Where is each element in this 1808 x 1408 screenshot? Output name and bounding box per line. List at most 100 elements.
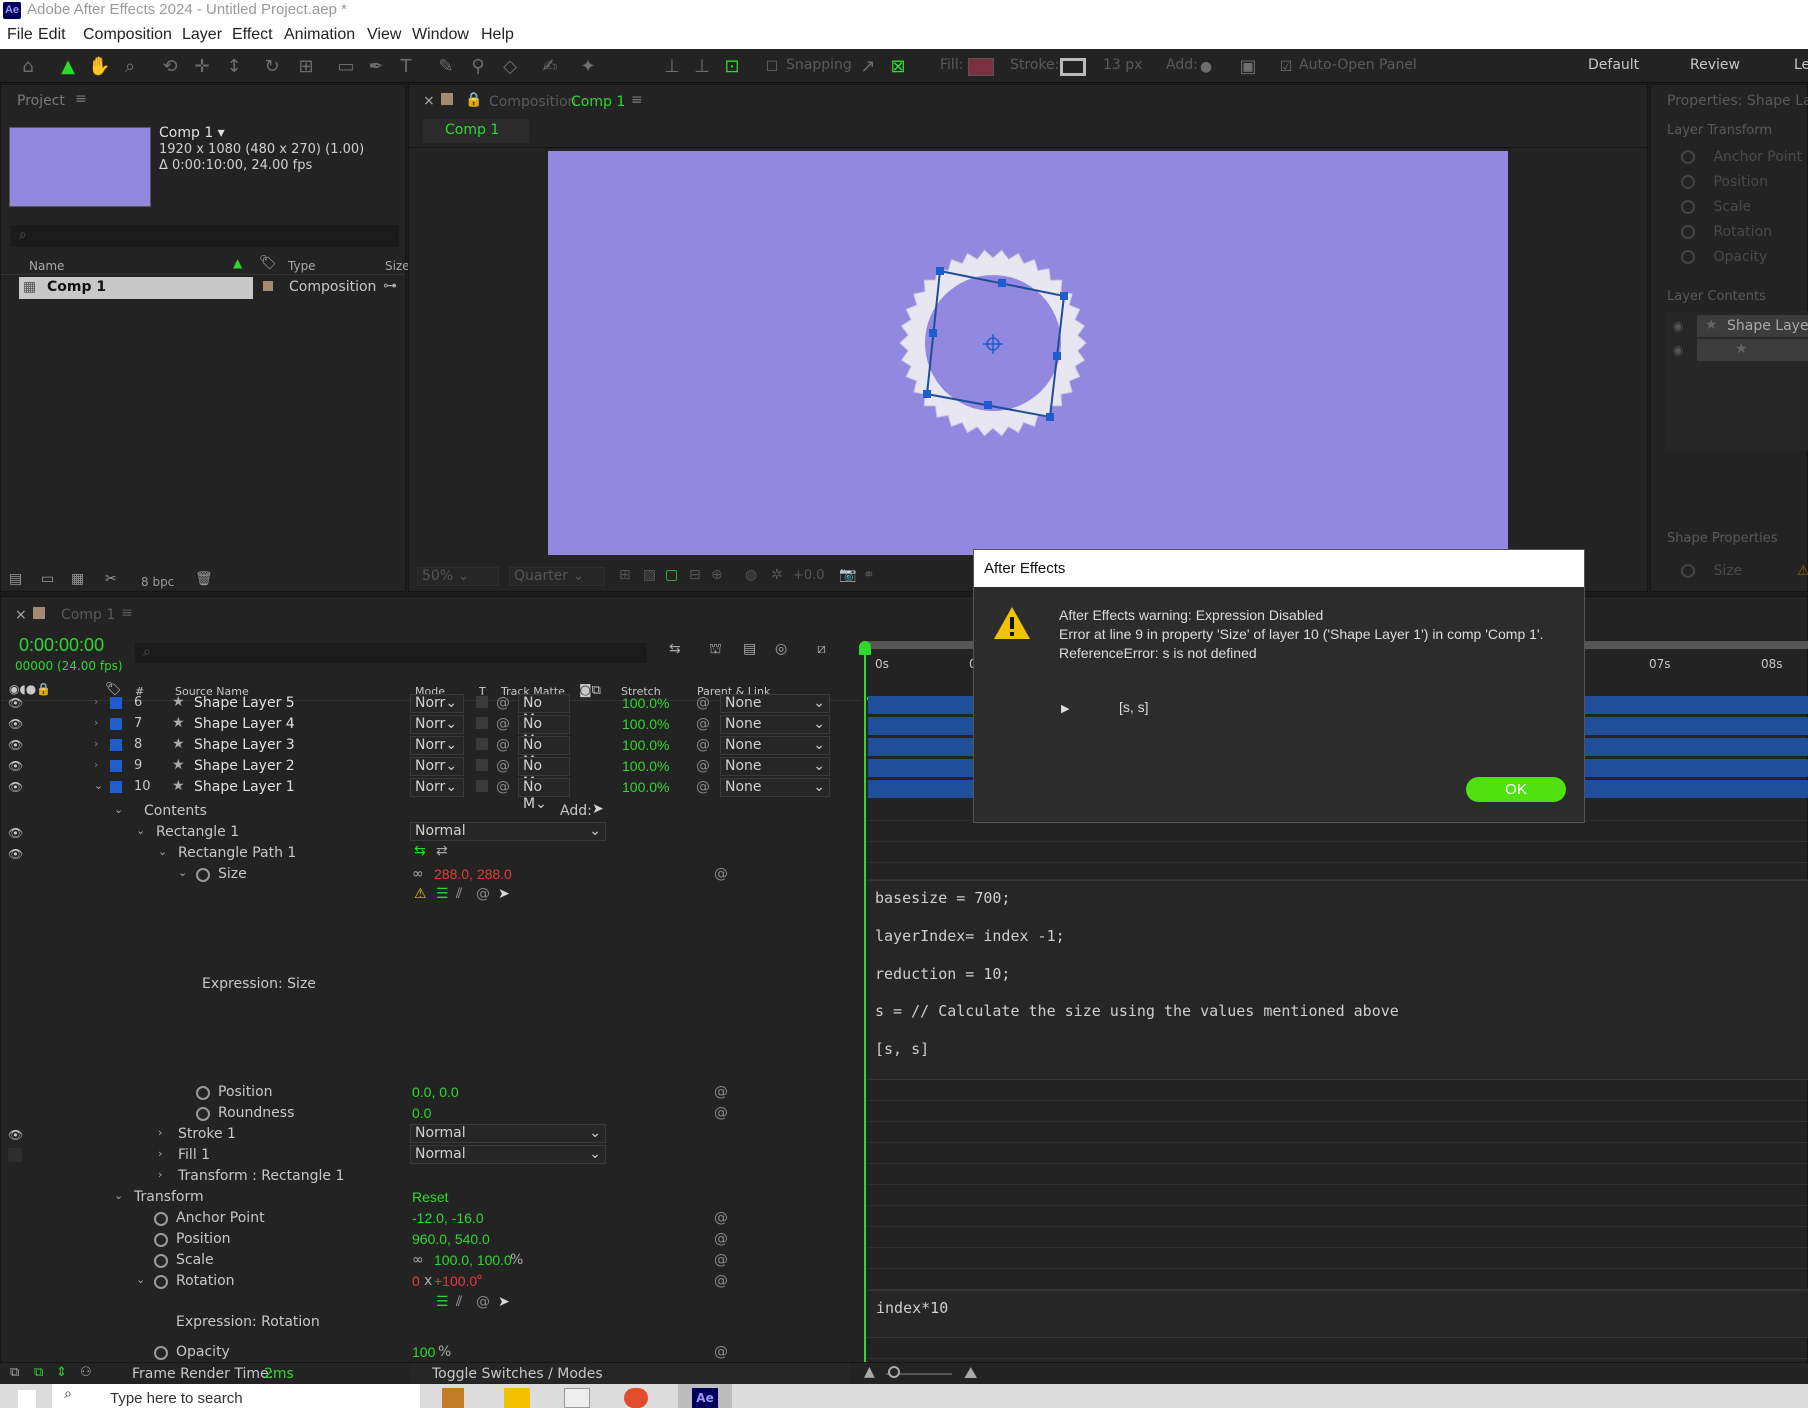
menu-help[interactable]: Help (481, 26, 514, 44)
rectangle-path-group[interactable]: Rectangle Path 1 (178, 845, 296, 861)
snapping-checkbox-icon[interactable]: ☐ (762, 57, 782, 77)
stroke-swatch[interactable] (1060, 58, 1086, 76)
parent-dropdown[interactable]: None ⌄ (720, 694, 830, 713)
parent-dropdown[interactable]: None ⌄ (720, 778, 830, 797)
viewer-tab-comp1[interactable]: Comp 1 (423, 119, 529, 143)
layer-stretch[interactable]: 100.0% (622, 737, 669, 753)
roundness-value[interactable]: 0.0 (412, 1105, 431, 1121)
prop-position[interactable]: Position (1681, 174, 1768, 190)
timeline-tab[interactable]: Comp 1 (61, 607, 115, 623)
motion-blur-icon[interactable]: ◎ (775, 641, 787, 657)
rect1-blend-mode-dropdown[interactable]: Normal ⌄ (410, 822, 606, 841)
mode-dropdown[interactable]: Norr⌄ (410, 694, 464, 713)
graph-editor-icon[interactable]: ⧄ (817, 641, 826, 657)
shape-properties-header[interactable]: Shape Properties (1667, 531, 1778, 546)
label-tag-icon[interactable]: 🏷 (259, 255, 277, 271)
axis-local-icon[interactable]: ⊥ (662, 57, 682, 77)
parent-pickwhip-icon[interactable]: @ (696, 758, 710, 774)
panel-menu-icon[interactable]: ≡ (75, 91, 87, 107)
expand-chevron-icon[interactable]: › (94, 716, 98, 729)
expand-chevron-icon[interactable]: › (94, 758, 98, 771)
visibility-eye-icon[interactable]: 👁 (8, 738, 23, 752)
layer-label-color[interactable] (110, 739, 122, 751)
preserve-transparency-toggle[interactable] (476, 759, 488, 771)
taskbar-app-icon[interactable] (442, 1388, 464, 1408)
contents-item-star[interactable]: ★ (1697, 339, 1808, 361)
zoom-tool-icon[interactable]: ⌕ (120, 57, 140, 77)
expression-graph-icon[interactable]: ⫽ (456, 1294, 462, 1310)
anchor-point-value[interactable]: -12.0, -16.0 (412, 1210, 484, 1226)
path-direction-icon[interactable]: ⇆ (414, 843, 426, 859)
snapshot-icon[interactable]: 📷 (839, 567, 856, 583)
firefox-icon[interactable] (624, 1388, 648, 1408)
preserve-transparency-toggle[interactable] (476, 780, 488, 792)
layer-label-color[interactable] (110, 697, 122, 709)
expression-language-menu-icon[interactable]: ➤ (498, 886, 510, 902)
comp-name-label[interactable]: Comp 1 ▾ (159, 125, 225, 141)
collapse-chevron-icon[interactable]: ⌄ (94, 779, 103, 792)
col-type[interactable]: Type (288, 259, 316, 273)
track-matte-dropdown[interactable]: No M⌄ (518, 715, 570, 749)
visibility-eye-icon[interactable]: 👁 (8, 717, 23, 731)
pickwhip-icon[interactable]: @ (714, 1344, 728, 1360)
show-snapshot-icon[interactable]: ⚭ (863, 567, 875, 583)
project-search-input[interactable]: ⌕ (11, 225, 399, 247)
preserve-transparency-toggle[interactable] (476, 696, 488, 708)
axis-world-icon[interactable]: ⊥ (692, 57, 712, 77)
stopwatch-icon[interactable] (154, 1212, 168, 1226)
stopwatch-icon[interactable] (154, 1346, 168, 1360)
mode-dropdown[interactable]: Norr⌄ (410, 778, 464, 797)
pickwhip-icon[interactable]: @ (714, 1231, 728, 1247)
constrain-link-icon[interactable]: ∞ (412, 1252, 424, 1268)
layer-row[interactable]: 👁 › 8 ★ Shape Layer 3 Norr⌄ @ No M⌄ 100.… (0, 736, 860, 770)
menu-effect[interactable]: Effect (232, 26, 273, 44)
file-explorer-icon[interactable] (504, 1388, 530, 1408)
opacity-value[interactable]: 100 (412, 1344, 435, 1360)
parent-pickwhip-icon[interactable]: @ (696, 716, 710, 732)
contents-item-shape-layer[interactable]: ★ Shape Layer (1697, 315, 1808, 337)
pickwhip-icon[interactable]: @ (496, 779, 510, 795)
brush-tool-icon[interactable]: ✎ (436, 57, 456, 77)
project-settings-icon[interactable]: ✂ (105, 571, 117, 587)
collapse-chevron-icon[interactable]: ⌄ (114, 803, 123, 816)
layer-row[interactable]: 👁 › 6 ★ Shape Layer 5 Norr⌄ @ No M⌄ 100.… (0, 694, 860, 728)
expression-language-menu-icon[interactable]: ➤ (498, 1294, 510, 1310)
visibility-eye-icon[interactable]: 👁 (8, 1128, 23, 1142)
viewer-title-comp[interactable]: Comp 1 (571, 94, 625, 110)
menu-layer[interactable]: Layer (182, 26, 222, 44)
timeline-menu-icon[interactable]: ≡ (121, 605, 133, 621)
eraser-tool-icon[interactable]: ◇ (500, 57, 520, 77)
menu-animation[interactable]: Animation (284, 26, 355, 44)
pickwhip-icon[interactable]: @ (496, 695, 510, 711)
dialog-detail[interactable]: [s, s] (1119, 699, 1149, 715)
parent-pickwhip-icon[interactable]: @ (696, 737, 710, 753)
pickwhip-icon[interactable]: @ (714, 866, 728, 882)
opacity-property[interactable]: Opacity (176, 1344, 230, 1360)
preserve-transparency-toggle[interactable] (476, 717, 488, 729)
selection-tool-icon[interactable]: ▲ (58, 57, 78, 77)
snap-options-icon[interactable]: ↗ (858, 57, 878, 77)
project-item-comp1[interactable]: ▦ Comp 1 (19, 277, 253, 299)
color-channels-icon[interactable]: ◍ (745, 567, 757, 583)
pickwhip-icon[interactable]: @ (714, 1252, 728, 1268)
clone-stamp-tool-icon[interactable]: ⚲ (468, 57, 488, 77)
expand-chevron-icon[interactable]: › (158, 1147, 162, 1160)
prop-size[interactable]: Size (1681, 563, 1742, 579)
fill-swatch[interactable] (968, 58, 994, 76)
visibility-eye-icon[interactable]: ◉ (1673, 343, 1683, 357)
menu-file[interactable]: File (7, 26, 33, 44)
home-icon[interactable]: ⌂ (18, 57, 38, 77)
exposure-value[interactable]: +0.0 (793, 568, 825, 583)
layer-row-selected[interactable]: 👁 ⌄ 10 ★ Shape Layer 1 Norr⌄ @ No M⌄ 100… (0, 778, 860, 812)
visibility-eye-icon[interactable]: 👁 (8, 759, 23, 773)
lock-icon[interactable]: 🔒 (465, 92, 482, 108)
position-property[interactable]: Position (176, 1231, 231, 1247)
interpret-footage-icon[interactable]: ▤ (9, 571, 22, 587)
transfer-controls-icon[interactable]: ⧉ (34, 1365, 43, 1380)
collapse-chevron-icon[interactable]: ⌄ (114, 1189, 123, 1202)
frame-blending-icon[interactable]: ▤ (743, 641, 756, 657)
menu-edit[interactable]: Edit (38, 26, 66, 44)
close-panel-icon[interactable]: × (423, 93, 435, 109)
rectangle-tool-icon[interactable]: ▭ (336, 57, 356, 77)
draft-3d-icon[interactable]: ⛫ (709, 641, 722, 659)
